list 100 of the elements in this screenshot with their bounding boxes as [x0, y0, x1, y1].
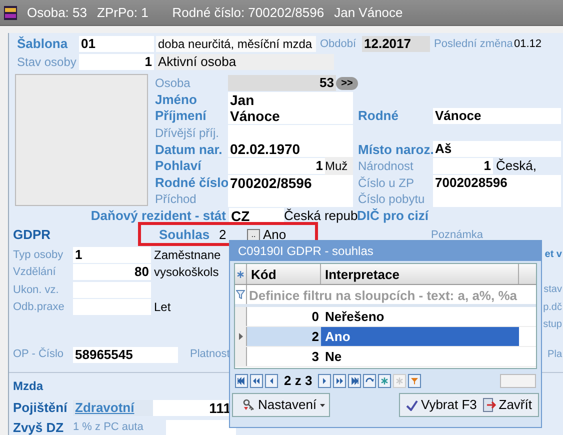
last-icon[interactable] [348, 374, 362, 388]
scrollbar [500, 374, 536, 388]
period-field[interactable]: 12.2017 [362, 36, 430, 52]
app-icon [4, 6, 17, 20]
next-icon[interactable] [318, 374, 332, 388]
next-button[interactable]: >> [336, 76, 358, 90]
table-cell[interactable]: 2 [247, 327, 321, 346]
field-label: Zvyš DZ [13, 418, 65, 435]
field-label: Jméno [155, 90, 198, 109]
exit-icon [482, 398, 496, 412]
field-label: Rodné číslo [155, 174, 228, 192]
fast-forward-icon[interactable] [333, 374, 346, 388]
field-label: Příjmení [155, 107, 208, 126]
field-label: Číslo pobytu [358, 191, 426, 208]
input-field[interactable] [166, 420, 236, 435]
input-field[interactable]: 1 [73, 246, 151, 263]
disabled-add-icon [393, 374, 406, 388]
input-field[interactable]: Aš [433, 141, 561, 158]
field-label: Česká, [496, 157, 538, 176]
field-label: Místo naroz. [358, 140, 433, 159]
column-header[interactable]: Interpretace [321, 264, 519, 284]
field-label: 2 [218, 226, 228, 244]
input-field[interactable]: 700202/8596 [228, 174, 353, 191]
input-field[interactable]: Vánoce [228, 108, 353, 124]
field-label: Daňový rezident - stát [90, 207, 226, 226]
field-label: Vzdělání [13, 265, 57, 280]
caret-icon [320, 404, 325, 406]
field-label: vysokoškols [154, 264, 219, 282]
input-field[interactable]: 02.02.1970 [228, 141, 353, 158]
input-field[interactable] [228, 124, 353, 141]
field-label: Příchod [155, 191, 198, 208]
field-label: Rodné [358, 107, 400, 126]
input-field[interactable]: 7002028596 [433, 174, 561, 191]
field-label: 1 % z PC auta [73, 420, 144, 435]
field-label: Pohlaví [155, 157, 202, 176]
table-cell[interactable]: Ne [321, 347, 519, 366]
filter-hint: Definice filtru na sloupcích - text: a, a%, %a [248, 287, 518, 304]
column-header[interactable]: Kód [247, 264, 321, 284]
field-label: Dřívější příj. [155, 124, 220, 142]
field-label: Šablona [17, 35, 69, 54]
field-label: Národnost [358, 158, 414, 175]
rewind-icon[interactable] [250, 374, 263, 388]
input-field[interactable]: 1 [228, 158, 325, 174]
input-field[interactable] [73, 282, 151, 298]
funnel-icon[interactable] [408, 374, 422, 388]
field-label: OP - Číslo [13, 346, 65, 362]
input-field[interactable]: Vánoce [433, 108, 561, 124]
ellipsis-button[interactable]: .. [247, 229, 260, 242]
input-field[interactable]: 1 [433, 158, 493, 174]
table-cell[interactable]: 3 [247, 347, 321, 366]
field-label: Stav osoby [17, 54, 77, 71]
filter-icon [236, 290, 245, 299]
previous-icon[interactable] [265, 374, 278, 388]
asterisk-icon [237, 270, 244, 278]
field-label: Odb.praxe [13, 300, 66, 316]
field-label: stup [543, 318, 563, 332]
input-field[interactable]: 58965545 [73, 346, 178, 363]
refresh-icon[interactable] [363, 374, 376, 388]
field-label: DIČ pro cizí [357, 207, 430, 226]
table-cell[interactable]: 0 [247, 307, 321, 326]
add-icon[interactable] [378, 374, 392, 388]
field-label: Datum nar. [155, 140, 224, 159]
field-label: et v [544, 248, 563, 262]
number-field[interactable]: 53 [228, 75, 336, 91]
field-label: Zaměstnane [154, 246, 221, 264]
field-label: Období [320, 36, 358, 52]
input-field[interactable] [228, 191, 353, 208]
input-field[interactable]: 01 [79, 36, 154, 52]
record-counter: 2 z 3 [284, 372, 312, 390]
input-field[interactable]: 1 [79, 54, 154, 70]
table-cell[interactable]: Neřešeno [321, 307, 519, 326]
field-label: Mzda [13, 378, 44, 395]
input-field[interactable] [73, 299, 151, 316]
window-title: Osoba: 53 [27, 4, 87, 22]
row-pointer-icon [238, 333, 242, 340]
close-button[interactable]: Zavřít [482, 395, 532, 415]
table-cell[interactable]: Ano [321, 327, 519, 346]
field-label: Let [154, 299, 171, 316]
field-label: Osoba [155, 75, 192, 92]
input-field[interactable]: Jan [228, 92, 353, 108]
select-button[interactable]: Vybrat F3 [406, 395, 477, 415]
field-label: GDPR [13, 226, 52, 244]
field-label: Typ osoby [13, 248, 64, 263]
field-label: Souhlas [158, 226, 211, 244]
field-label: Ukon. vz. [13, 282, 60, 298]
text-field[interactable]: doba neurčitá, měsíční mzda [156, 36, 316, 52]
field-label: p.dč [543, 300, 563, 315]
checkmark-icon [406, 400, 418, 410]
field-label: Pla [548, 348, 563, 362]
field-label: stav [544, 283, 563, 298]
field-label: Platnost [190, 347, 230, 362]
input-field[interactable]: 80 [73, 264, 151, 280]
text-field[interactable]: Aktivní osoba [156, 54, 334, 70]
field-label: Číslo u ZP [358, 174, 416, 192]
field-label: Česká repub [284, 207, 357, 226]
settings-button[interactable]: Nastavení [232, 393, 330, 417]
field-label: Muž [325, 156, 353, 175]
window-title: Jan Vánoce [334, 4, 403, 22]
input-field[interactable] [433, 191, 561, 208]
first-icon[interactable] [235, 374, 248, 388]
